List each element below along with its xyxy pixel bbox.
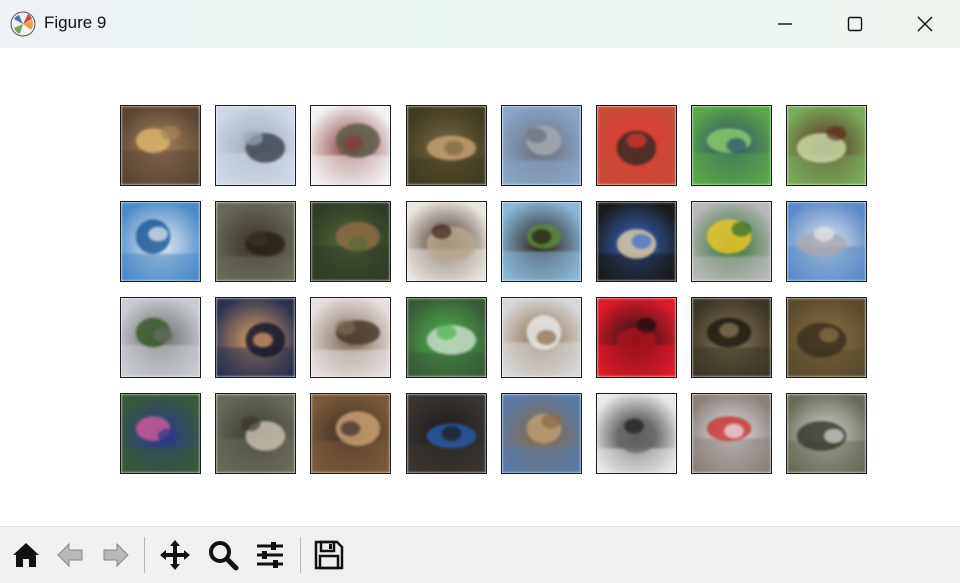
forward-button[interactable]	[94, 533, 138, 577]
image-tile-frog	[691, 297, 772, 378]
image-tile-truck	[786, 201, 867, 282]
image-thumbnail	[597, 202, 676, 281]
image-tile-truck	[786, 393, 867, 474]
image-tile-automobile	[501, 105, 582, 186]
image-tile-deer	[501, 393, 582, 474]
image-thumbnail	[502, 394, 581, 473]
image-tile-horse	[501, 201, 582, 282]
back-arrow-icon	[57, 542, 83, 568]
image-tile-deer	[501, 297, 582, 378]
home-icon	[13, 543, 39, 567]
image-tile-deer	[406, 105, 487, 186]
home-button[interactable]	[4, 533, 48, 577]
image-tile-bird	[691, 105, 772, 186]
pan-button[interactable]	[153, 533, 197, 577]
image-thumbnail	[311, 106, 390, 185]
image-tile-airplane	[691, 393, 772, 474]
toolbar-separator	[300, 537, 301, 573]
window-title: Figure 9	[44, 13, 107, 32]
maximize-icon	[847, 16, 863, 32]
minimize-button[interactable]	[750, 0, 820, 48]
pan-icon	[160, 540, 190, 570]
image-thumbnail	[692, 202, 771, 281]
save-button[interactable]	[307, 533, 351, 577]
close-icon	[917, 16, 933, 32]
image-thumbnail	[692, 106, 771, 185]
image-tile-frog	[120, 105, 201, 186]
image-thumbnail	[597, 106, 676, 185]
image-tile-frog	[786, 297, 867, 378]
image-tile-cat	[215, 297, 296, 378]
image-thumbnail	[787, 394, 866, 473]
image-thumbnail	[787, 298, 866, 377]
image-thumbnail	[502, 298, 581, 377]
save-icon	[314, 540, 344, 570]
image-tile-ship	[120, 201, 201, 282]
image-tile-automobile	[596, 105, 677, 186]
image-thumbnail	[121, 298, 200, 377]
image-tile-frog	[215, 393, 296, 474]
zoom-button[interactable]	[201, 533, 245, 577]
image-thumbnail	[121, 394, 200, 473]
image-thumbnail	[597, 394, 676, 473]
image-tile-airplane	[596, 393, 677, 474]
forward-arrow-icon	[103, 542, 129, 568]
image-thumbnail	[692, 394, 771, 473]
title-bar: Figure 9	[0, 0, 960, 48]
image-tile-truck	[215, 105, 296, 186]
image-tile-deer	[310, 201, 391, 282]
figure-canvas[interactable]	[0, 48, 960, 526]
image-thumbnail	[121, 202, 200, 281]
image-thumbnail	[216, 202, 295, 281]
image-tile-horse	[786, 105, 867, 186]
maximize-button[interactable]	[820, 0, 890, 48]
image-thumbnail	[502, 202, 581, 281]
minimize-icon	[778, 23, 792, 25]
image-tile-bird	[310, 297, 391, 378]
image-thumbnail	[692, 298, 771, 377]
sliders-icon	[257, 542, 283, 568]
image-thumbnail	[407, 298, 486, 377]
image-thumbnail	[787, 202, 866, 281]
image-tile-dog	[406, 393, 487, 474]
navigation-toolbar	[0, 526, 960, 583]
image-thumbnail	[216, 394, 295, 473]
back-button[interactable]	[48, 533, 92, 577]
image-tile-frog	[406, 297, 487, 378]
image-thumbnail	[502, 106, 581, 185]
image-thumbnail	[311, 298, 390, 377]
image-tile-horse	[406, 201, 487, 282]
image-tile-automobile	[120, 297, 201, 378]
image-thumbnail	[407, 106, 486, 185]
image-thumbnail	[311, 202, 390, 281]
image-thumbnail	[597, 298, 676, 377]
image-tile-cat	[310, 393, 391, 474]
image-thumbnail	[407, 202, 486, 281]
configure-subplots-button[interactable]	[248, 533, 292, 577]
image-tile-frog	[596, 297, 677, 378]
toolbar-separator	[144, 537, 145, 573]
close-button[interactable]	[890, 0, 960, 48]
image-tile-truck	[310, 105, 391, 186]
image-tile-bird	[596, 201, 677, 282]
image-tile-cat	[215, 201, 296, 282]
image-tile-bird	[120, 393, 201, 474]
image-thumbnail	[216, 298, 295, 377]
image-thumbnail	[407, 394, 486, 473]
zoom-icon	[209, 541, 239, 571]
image-thumbnail	[311, 394, 390, 473]
image-thumbnail	[121, 106, 200, 185]
matplotlib-logo-icon	[10, 11, 36, 37]
image-thumbnail	[787, 106, 866, 185]
image-thumbnail	[216, 106, 295, 185]
image-tile-truck	[691, 201, 772, 282]
